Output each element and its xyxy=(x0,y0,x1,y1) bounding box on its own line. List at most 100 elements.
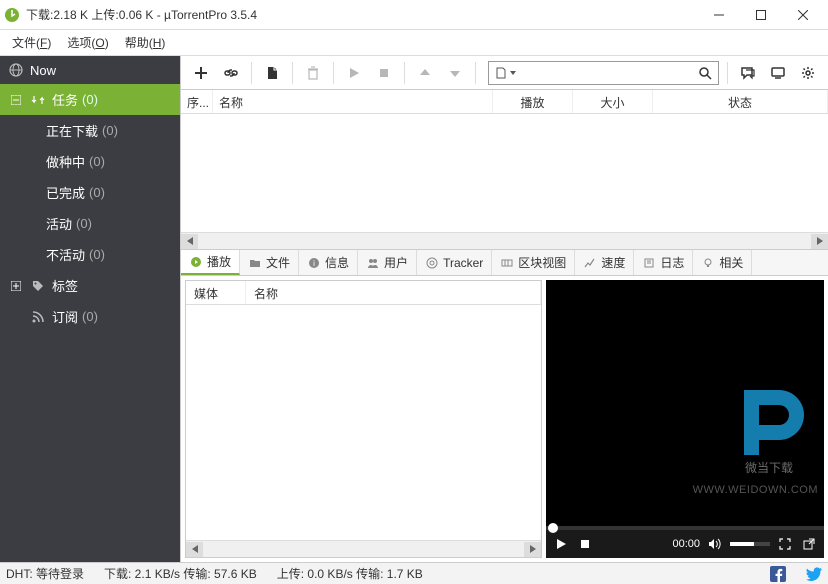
content-area: 序... 名称 播放 大小 状态 播放 文件 i信息 用户 Tracker 区块… xyxy=(180,56,828,562)
media-col-name[interactable]: 名称 xyxy=(246,281,541,304)
search-wrap xyxy=(488,61,715,85)
media-col-media[interactable]: 媒体 xyxy=(186,281,246,304)
sidebar-label: 不活动 xyxy=(46,245,85,264)
media-body[interactable] xyxy=(186,305,541,540)
media-header: 媒体 名称 xyxy=(186,281,541,305)
scroll-track[interactable] xyxy=(198,234,811,249)
add-torrent-button[interactable] xyxy=(187,59,215,87)
column-name[interactable]: 名称 xyxy=(213,90,493,113)
log-icon xyxy=(642,256,656,270)
create-torrent-button[interactable] xyxy=(258,59,286,87)
window-title: 下载:2.18 K 上传:0.06 K - µTorrentPro 3.5.4 xyxy=(26,6,698,23)
sidebar-label: 订阅 xyxy=(52,307,78,326)
separator xyxy=(475,62,476,84)
status-text: 下载: 2.1 KB/s 传输: 57.6 KB xyxy=(104,565,257,582)
status-text: 上传: 0.0 KB/s 传输: 1.7 KB xyxy=(277,565,423,582)
sidebar-item-feeds[interactable]: 订阅 (0) xyxy=(0,301,180,332)
sidebar-label: 标签 xyxy=(52,276,78,295)
tab-peers[interactable]: 用户 xyxy=(358,250,417,275)
sidebar-label: 做种中 xyxy=(46,152,85,171)
list-body[interactable] xyxy=(181,114,828,232)
delete-button xyxy=(299,59,327,87)
watermark-logo: 微当下载 xyxy=(724,375,814,476)
column-status[interactable]: 状态 xyxy=(653,90,828,113)
sidebar-item-completed[interactable]: 已完成 (0) xyxy=(0,177,180,208)
list-header: 序... 名称 播放 大小 状态 xyxy=(181,90,828,114)
add-url-button[interactable] xyxy=(217,59,245,87)
volume-button[interactable] xyxy=(706,535,724,553)
detail-content: 媒体 名称 微当下载 xyxy=(181,276,828,562)
status-upload[interactable]: 上传: 0.0 KB/s 传输: 1.7 KB xyxy=(277,565,423,582)
tab-pieces[interactable]: 区块视图 xyxy=(492,250,575,275)
sidebar-label: Now xyxy=(30,63,56,78)
tab-speed[interactable]: 速度 xyxy=(575,250,634,275)
maximize-button[interactable] xyxy=(740,1,782,29)
volume-slider[interactable] xyxy=(730,542,770,546)
tab-related[interactable]: 相关 xyxy=(693,250,752,275)
menu-file[interactable]: 文件(F) xyxy=(4,30,59,55)
pieces-icon xyxy=(500,256,514,270)
separator xyxy=(251,62,252,84)
scroll-right-icon[interactable] xyxy=(524,542,541,557)
tab-tracker[interactable]: Tracker xyxy=(417,250,492,275)
status-text: DHT: 等待登录 xyxy=(6,565,84,582)
sidebar-count: (0) xyxy=(82,92,98,107)
menu-options[interactable]: 选项(O) xyxy=(59,30,116,55)
tab-info[interactable]: i信息 xyxy=(299,250,358,275)
horizontal-scrollbar[interactable] xyxy=(181,232,828,249)
expand-icon xyxy=(8,278,24,294)
video-stop-button[interactable] xyxy=(576,535,594,553)
settings-button[interactable] xyxy=(794,59,822,87)
column-play[interactable]: 播放 xyxy=(493,90,573,113)
tab-label: 信息 xyxy=(325,254,349,271)
status-dht[interactable]: DHT: 等待登录 xyxy=(6,565,84,582)
popout-button[interactable] xyxy=(800,535,818,553)
search-button[interactable] xyxy=(695,63,715,83)
video-play-button[interactable] xyxy=(552,535,570,553)
tab-files[interactable]: 文件 xyxy=(240,250,299,275)
sidebar-item-labels[interactable]: 标签 xyxy=(0,270,180,301)
sidebar-item-seeding[interactable]: 做种中 (0) xyxy=(0,146,180,177)
sidebar-item-now[interactable]: Now xyxy=(0,56,180,84)
close-button[interactable] xyxy=(782,1,824,29)
scroll-right-icon[interactable] xyxy=(811,234,828,249)
sidebar-item-tasks[interactable]: 任务 (0) xyxy=(0,84,180,115)
bulb-icon xyxy=(701,256,715,270)
watermark-sub: 微当下载 xyxy=(724,459,814,476)
separator xyxy=(404,62,405,84)
sidebar-label: 任务 xyxy=(52,90,78,109)
tab-log[interactable]: 日志 xyxy=(634,250,693,275)
search-type-dropdown[interactable] xyxy=(488,61,520,85)
tab-play[interactable]: 播放 xyxy=(181,250,240,275)
twitter-icon[interactable] xyxy=(806,566,822,582)
sidebar-label: 正在下载 xyxy=(46,121,98,140)
facebook-icon[interactable] xyxy=(770,566,786,582)
video-panel: 微当下载 WWW.WEIDOWN.COM 00:00 xyxy=(546,280,824,558)
status-download[interactable]: 下载: 2.1 KB/s 传输: 57.6 KB xyxy=(104,565,257,582)
remote-button[interactable] xyxy=(764,59,792,87)
column-size[interactable]: 大小 xyxy=(573,90,653,113)
progress-knob[interactable] xyxy=(548,523,558,533)
scroll-left-icon[interactable] xyxy=(186,542,203,557)
video-area[interactable]: 微当下载 WWW.WEIDOWN.COM xyxy=(546,280,824,526)
media-scrollbar[interactable] xyxy=(186,540,541,557)
minimize-button[interactable] xyxy=(698,1,740,29)
search-input[interactable] xyxy=(520,61,719,85)
stop-button xyxy=(370,59,398,87)
menu-help[interactable]: 帮助(H) xyxy=(117,30,174,55)
tab-label: 文件 xyxy=(266,254,290,271)
sidebar-item-active[interactable]: 活动 (0) xyxy=(0,208,180,239)
titlebar: 下载:2.18 K 上传:0.06 K - µTorrentPro 3.5.4 xyxy=(0,0,828,30)
chat-button[interactable] xyxy=(734,59,762,87)
scroll-left-icon[interactable] xyxy=(181,234,198,249)
media-panel: 媒体 名称 xyxy=(185,280,542,558)
sidebar-item-downloading[interactable]: 正在下载 (0) xyxy=(0,115,180,146)
app-icon xyxy=(4,7,20,23)
scroll-track[interactable] xyxy=(203,542,524,557)
column-seq[interactable]: 序... xyxy=(181,90,213,113)
tab-label: 日志 xyxy=(660,254,684,271)
menubar: 文件(F) 选项(O) 帮助(H) xyxy=(0,30,828,56)
fullscreen-button[interactable] xyxy=(776,535,794,553)
sidebar-item-inactive[interactable]: 不活动 (0) xyxy=(0,239,180,270)
video-progress[interactable] xyxy=(546,526,824,530)
